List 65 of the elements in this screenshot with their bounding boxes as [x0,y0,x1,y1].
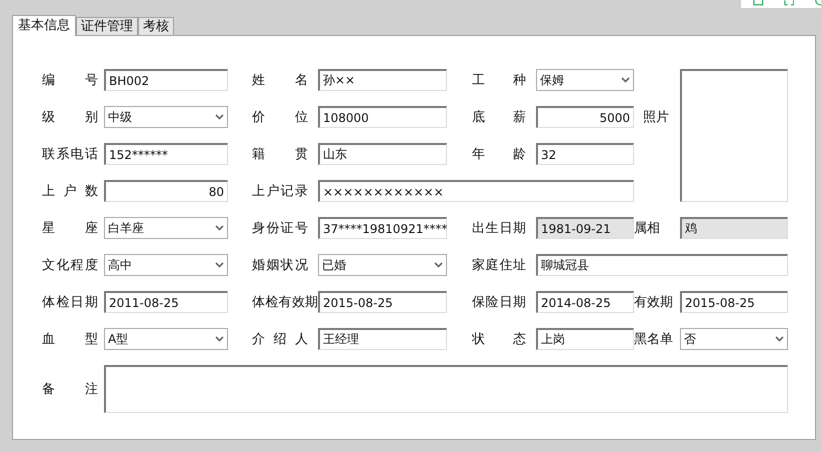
field-label: 婚姻状况 [252,257,308,274]
field-label: 状态 [472,331,526,348]
readonly-field[interactable]: 鸡 [680,217,788,239]
text-field[interactable]: 山东 [318,143,447,165]
tab[interactable]: 证件管理 [76,17,138,35]
field-label: 体检有效期 [252,294,318,311]
dropdown[interactable]: 中级 [104,106,228,128]
dropdown[interactable]: 保姆 [536,69,634,91]
dropdown[interactable]: 已婚 [318,254,447,276]
field-label: 血型 [42,331,98,348]
chevron-icon [434,262,443,268]
photo-label: 照片 [642,109,670,126]
chevron-icon [775,336,784,342]
dropdown[interactable]: 白羊座 [104,217,228,239]
text-field[interactable]: 2015-08-25 [318,291,447,313]
tab[interactable]: 考核 [138,17,174,35]
text-field[interactable]: 王经理 [318,328,447,350]
field-label: 家庭住址 [472,257,526,274]
text-field[interactable]: 32 [536,143,634,165]
text-field[interactable]: 聊城冠县 [536,254,788,276]
field-label: 体检日期 [42,294,98,311]
chevron-icon [621,77,630,83]
field-label: 文化程度 [42,257,98,274]
text-field[interactable]: 108000 [318,106,447,128]
field-label: 姓名 [252,72,308,89]
dropdown[interactable]: 否 [680,328,788,350]
field-label: 介绍人 [252,331,308,348]
field-label: 价位 [252,109,308,126]
chevron-icon [215,336,224,342]
readonly-field[interactable]: 1981-09-21 [536,217,634,239]
field-label: 有效期 [634,294,674,311]
chevron-icon [215,262,224,268]
dropdown[interactable]: 高中 [104,254,228,276]
field-label: 籍贯 [252,146,308,163]
field-label: 年龄 [472,146,526,163]
text-field[interactable]: 上岗 [536,328,634,350]
text-field[interactable]: 2011-08-25 [104,291,228,313]
tab[interactable]: 基本信息 [12,15,76,36]
field-label: 属相 [634,220,661,237]
number-field[interactable]: 5000 [536,106,634,128]
remarks-field[interactable] [104,365,788,413]
dropdown[interactable]: A型 [104,328,228,350]
field-label: 出生日期 [472,220,526,237]
field-label: 星座 [42,220,98,237]
text-field[interactable]: 孙×× [318,69,447,91]
field-label: 黑名单 [634,331,674,348]
field-label: 身份证号 [252,220,308,237]
field-label: 上户记录 [252,183,308,200]
field-label: 工种 [472,72,526,89]
text-field[interactable]: 152****** [104,143,228,165]
field-label: 底薪 [472,109,526,126]
text-field[interactable]: 2015-08-25 [680,291,788,313]
number-field[interactable]: 80 [104,180,228,202]
field-label: 保险日期 [472,294,526,311]
field-label: 编号 [42,72,98,89]
field-label: 级别 [42,109,98,126]
text-field[interactable]: 2014-08-25 [536,291,634,313]
text-field[interactable]: ×××××××××××× [318,180,634,202]
text-field[interactable]: 37****19810921**** [318,217,447,239]
chevron-icon [215,114,224,120]
text-field[interactable]: BH002 [104,69,228,91]
chevron-icon [215,225,224,231]
field-label: 上户数 [42,183,98,200]
field-label: 联系电话 [42,146,98,163]
field-label: 备注 [42,381,98,398]
